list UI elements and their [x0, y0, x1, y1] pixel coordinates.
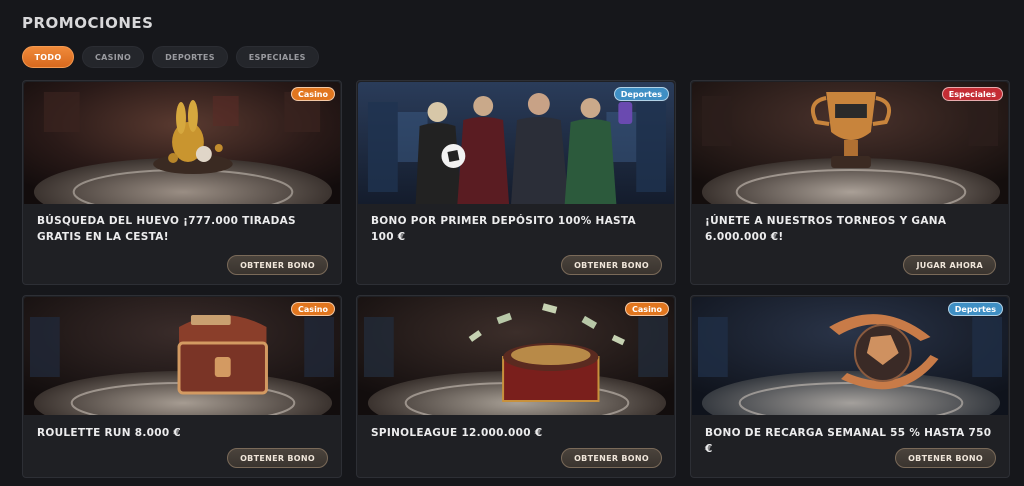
promo-card-roulette-run[interactable]: Casino ROULETTE RUN 8.000 € OBTENER BONO	[22, 295, 342, 478]
promo-title: SPINOLEAGUE 12.000.000 €	[371, 427, 543, 439]
treasure-chest-illustration: Casino	[24, 297, 340, 415]
promo-card-weekly-reload[interactable]: Deportes BONO DE RECARGA SEMANAL 55 % HA…	[690, 295, 1010, 478]
promo-card-tournaments[interactable]: Especiales ¡ÚNETE A NUESTROS TORNEOS Y G…	[690, 80, 1010, 285]
filter-tab-deportes[interactable]: DEPORTES	[152, 46, 228, 68]
category-badge: Casino	[625, 302, 669, 316]
promotions-grid: Casino BÚSQUEDA DEL HUEVO ¡777.000 TIRAD…	[22, 80, 1010, 478]
promo-title: BÚSQUEDA DEL HUEVO ¡777.000 TIRADAS GRAT…	[37, 215, 296, 243]
category-badge: Deportes	[613, 87, 669, 101]
get-bonus-button[interactable]: OBTENER BONO	[227, 448, 328, 468]
category-badge: Deportes	[947, 302, 1003, 316]
promo-title: ¡ÚNETE A NUESTROS TORNEOS Y GANA 6.000.0…	[705, 215, 947, 243]
promotion-filter-tabs: TODO CASINO DEPORTES ESPECIALES	[22, 46, 319, 68]
football-fans-illustration: Deportes	[358, 82, 674, 204]
promo-title: ROULETTE RUN 8.000 €	[37, 427, 182, 439]
promo-card-easter-egg-hunt[interactable]: Casino BÚSQUEDA DEL HUEVO ¡777.000 TIRAD…	[22, 80, 342, 285]
promo-title: BONO POR PRIMER DEPÓSITO 100% HASTA 100 …	[371, 215, 636, 243]
get-bonus-button[interactable]: OBTENER BONO	[895, 448, 996, 468]
football-arrows-illustration: Deportes	[692, 297, 1008, 415]
promo-card-spinoleague[interactable]: Casino SPINOLEAGUE 12.000.000 € OBTENER …	[356, 295, 676, 478]
get-bonus-button[interactable]: OBTENER BONO	[561, 255, 662, 275]
category-badge: Casino	[291, 302, 335, 316]
category-badge: Especiales	[941, 87, 1003, 101]
get-bonus-button[interactable]: OBTENER BONO	[561, 448, 662, 468]
promo-card-first-deposit[interactable]: Deportes BONO POR PRIMER DEPÓSITO 100% H…	[356, 80, 676, 285]
play-now-button[interactable]: JUGAR AHORA	[903, 255, 996, 275]
filter-tab-especiales[interactable]: ESPECIALES	[235, 46, 319, 68]
page-title: PROMOCIONES	[22, 14, 154, 32]
filter-tab-todo[interactable]: TODO	[22, 46, 74, 68]
category-badge: Casino	[291, 87, 335, 101]
golden-rabbit-illustration: Casino	[24, 82, 340, 204]
trophy-illustration: Especiales	[692, 82, 1008, 204]
filter-tab-casino[interactable]: CASINO	[82, 46, 145, 68]
roulette-money-illustration: Casino	[358, 297, 674, 415]
get-bonus-button[interactable]: OBTENER BONO	[227, 255, 328, 275]
